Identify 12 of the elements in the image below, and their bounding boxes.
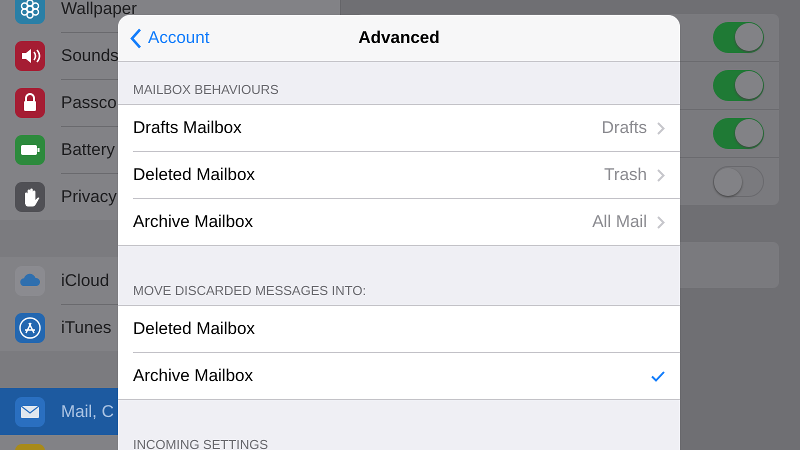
sheet-title: Advanced bbox=[358, 28, 440, 48]
row-label: Archive Mailbox bbox=[133, 212, 254, 232]
row-value: Drafts bbox=[602, 118, 647, 138]
section-header: MOVE DISCARDED MESSAGES INTO: bbox=[132, 282, 368, 300]
row-value: Trash bbox=[604, 165, 647, 185]
section-header: MAILBOX BEHAVIOURS bbox=[132, 81, 280, 99]
row-label: Archive Mailbox bbox=[133, 366, 254, 386]
row-value: All Mail bbox=[592, 212, 647, 232]
row-label: Deleted Mailbox bbox=[133, 319, 256, 339]
row-label: Drafts Mailbox bbox=[133, 118, 243, 138]
row-label: Deleted Mailbox bbox=[133, 165, 256, 185]
section-header: INCOMING SETTINGS bbox=[132, 436, 270, 450]
